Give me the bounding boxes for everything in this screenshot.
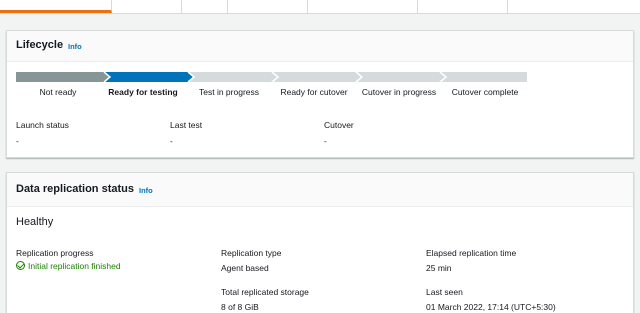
step-label-cutover-complete: Cutover complete	[451, 87, 519, 97]
tab-strip	[0, 0, 640, 14]
replicated-storage-label: Total replicated storage	[221, 287, 309, 297]
step-label-cutover-in-progress: Cutover in progress	[361, 87, 437, 97]
replication-info-link[interactable]: Info	[139, 186, 153, 195]
replication-progress-value: Initial replication finished	[16, 261, 121, 271]
cutover-value: -	[324, 136, 327, 146]
step-label-not-ready: Not ready	[39, 87, 77, 97]
lifecycle-info-link[interactable]: Info	[68, 42, 82, 51]
replication-title: Data replication status	[16, 183, 134, 195]
lifecycle-title: Lifecycle	[16, 39, 64, 51]
replication-progress-label: Replication progress	[16, 248, 94, 258]
replication-health-status: Healthy	[16, 216, 54, 228]
replication-type-value: Agent based	[221, 263, 269, 273]
last-seen-label: Last seen	[426, 287, 463, 297]
tab-2[interactable]	[112, 0, 182, 13]
last-test-label: Last test	[170, 120, 203, 130]
last-seen-value: 01 March 2022, 17:14 (UTC+5:30)	[426, 302, 556, 312]
cutover-label: Cutover	[324, 120, 354, 130]
launch-status-value: -	[16, 136, 19, 146]
tab-5[interactable]	[308, 0, 418, 13]
lifecycle-header: Lifecycle Info	[7, 31, 633, 62]
replication-header: Data replication status Info	[7, 173, 633, 207]
check-circle-icon	[16, 261, 25, 270]
replicated-storage-value: 8 of 8 GiB	[221, 302, 259, 312]
launch-status-label: Launch status	[16, 120, 69, 130]
step-label-test-in-progress: Test in progress	[199, 87, 259, 97]
elapsed-time-value: 25 min	[426, 263, 452, 273]
elapsed-time-label: Elapsed replication time	[426, 248, 517, 258]
replication-progress-text: Initial replication finished	[28, 261, 121, 271]
step-label-ready-for-cutover: Ready for cutover	[280, 87, 348, 97]
last-test-value: -	[170, 136, 173, 146]
tab-active[interactable]	[0, 0, 112, 13]
replication-card: Data replication status Info	[6, 172, 634, 313]
step-label-ready-for-testing: Ready for testing	[108, 87, 178, 97]
tab-6[interactable]	[418, 0, 508, 13]
tab-3[interactable]	[182, 0, 228, 13]
tab-4[interactable]	[228, 0, 308, 13]
replication-type-label: Replication type	[221, 248, 282, 258]
